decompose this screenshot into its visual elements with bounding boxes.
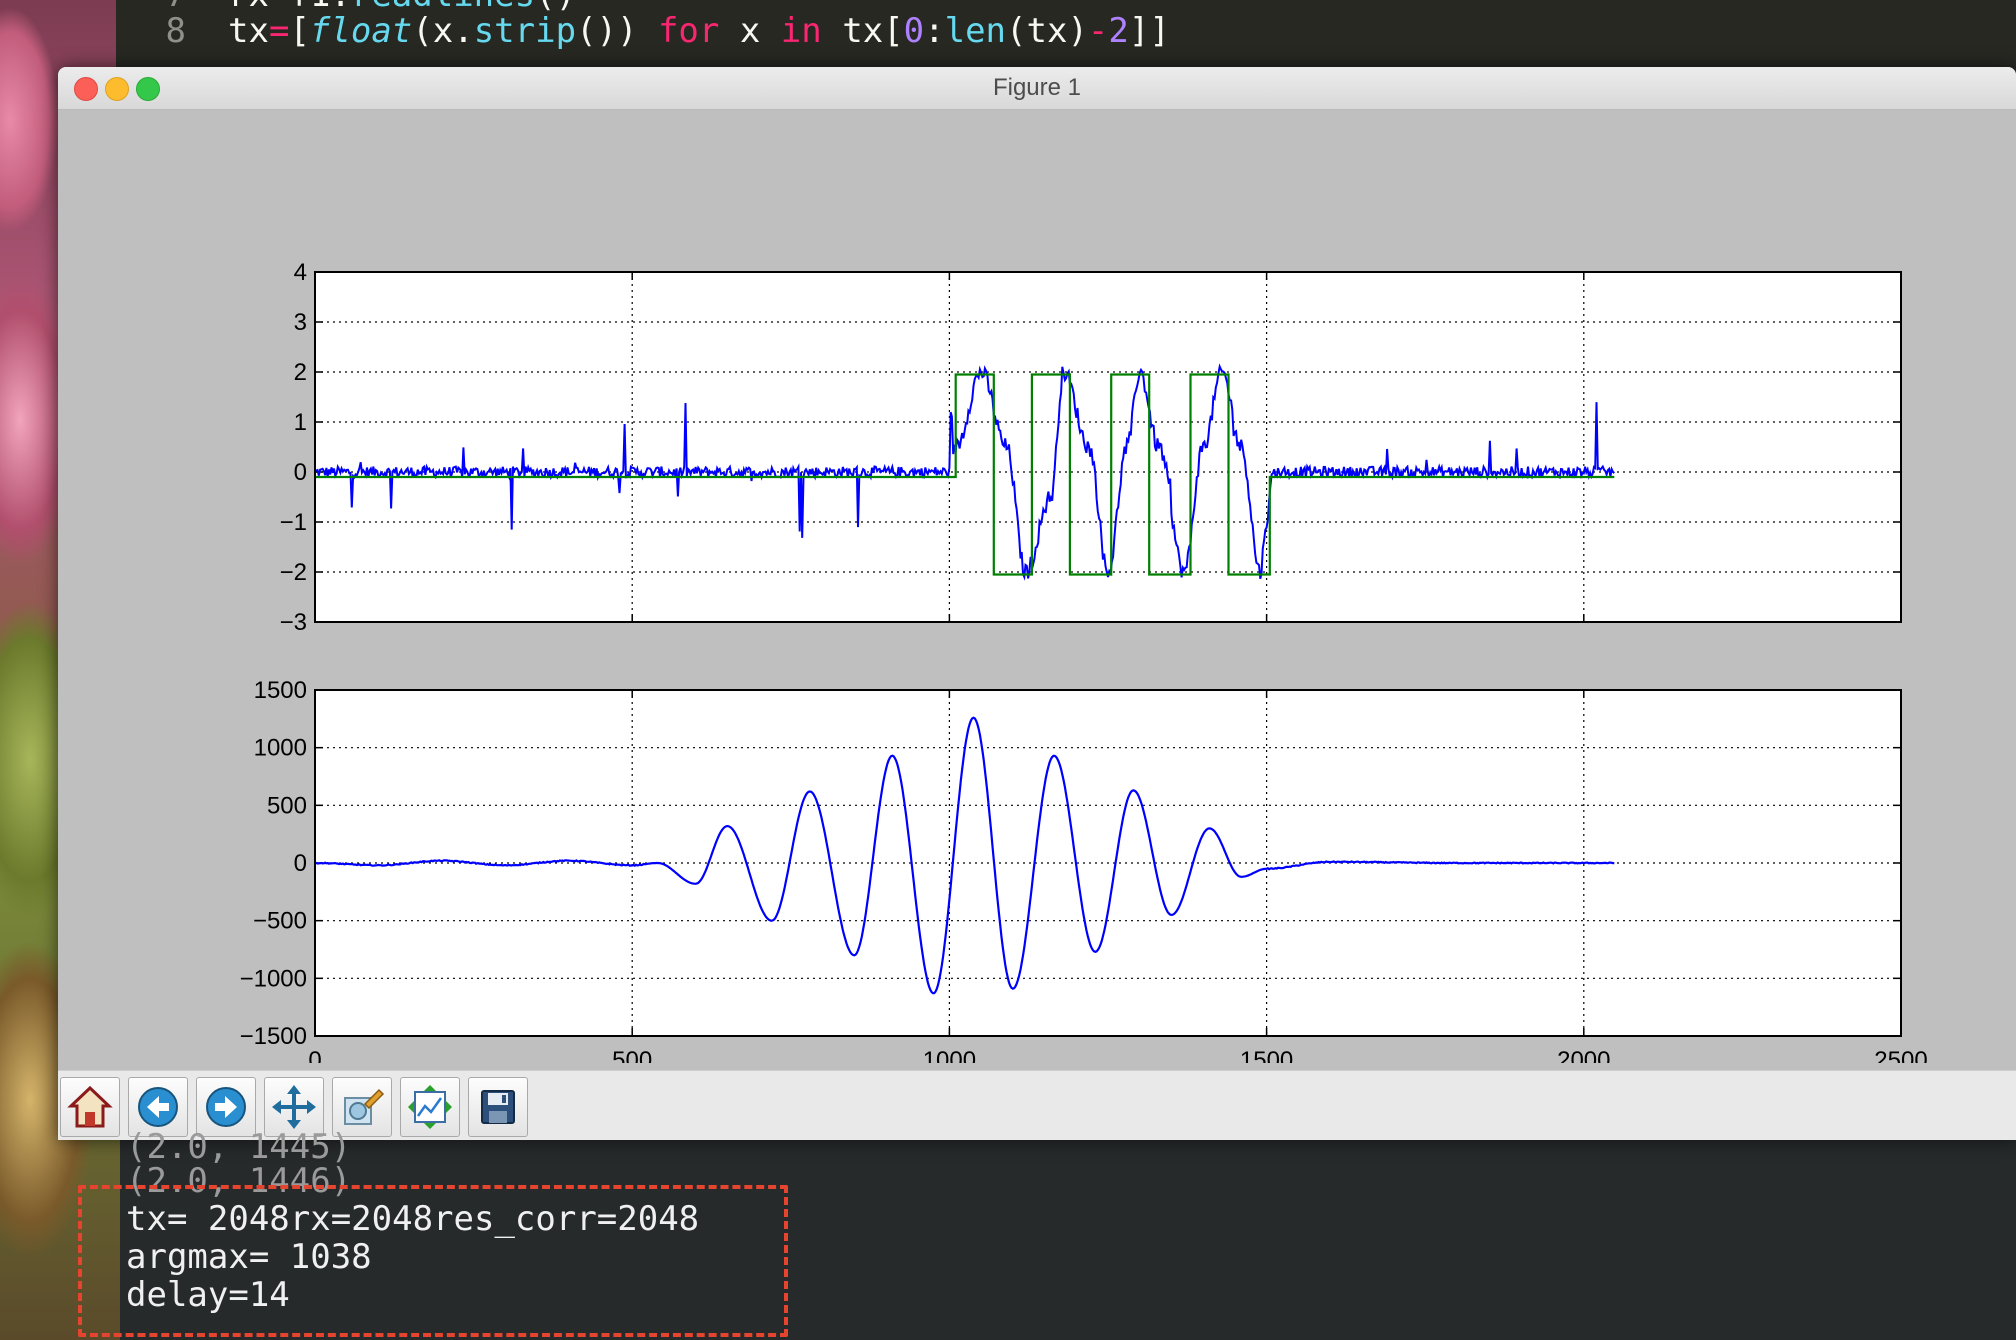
back-icon	[138, 1087, 178, 1127]
code-line-8: 8 tx=[float(x.strip()) for x in tx[0:len(…	[116, 12, 1170, 50]
y-tick-label: 3	[294, 309, 307, 336]
home-icon	[67, 1085, 113, 1128]
forward-icon	[206, 1087, 246, 1127]
figure-canvas[interactable]: 4 3 2 1 0 −1 −2 −3 0 500 1000 1500 2000 2500 1500 1000…	[58, 110, 2016, 1074]
y-tick-label: 1500	[254, 677, 307, 704]
top-subplot-background	[315, 272, 1901, 622]
highlight-annotation-box	[78, 1185, 788, 1337]
y-tick-label: 500	[267, 792, 307, 819]
y-tick-label: −500	[253, 908, 307, 935]
y-tick-label: 1000	[254, 735, 307, 762]
y-tick-label: −1500	[240, 1023, 307, 1050]
subplots-icon	[408, 1085, 452, 1129]
y-tick-label: 1	[294, 409, 307, 436]
zoom-icon	[344, 1088, 385, 1125]
y-tick-label: 0	[294, 850, 307, 877]
y-tick-label: −1	[280, 509, 307, 536]
save-button[interactable]	[468, 1077, 528, 1137]
x-tick-label: 500	[612, 1047, 652, 1063]
x-tick-label: 2500	[1874, 1047, 1927, 1063]
figure-svg: 4 3 2 1 0 −1 −2 −3 0 500 1000 1500 2000 2500 1500 1000…	[240, 259, 1928, 1074]
y-tick-label: −3	[280, 609, 307, 636]
bottom-subplot: 0 500 1000 1500 2000 2500 1500 1000 500 0 −500 −100…	[240, 677, 1928, 1074]
code-text: tx=[float(x.strip()) for x in tx[0:len(t…	[228, 11, 1170, 51]
line-number: 8	[165, 11, 186, 51]
window-titlebar[interactable]: Figure 1	[58, 67, 2016, 110]
y-tick-label: −2	[280, 559, 307, 586]
figure-window: Figure 1 4 3 2 1 0 −1 −2 −3 0 500 1000 1500 2000 250…	[58, 67, 2016, 1140]
x-tick-label: 1500	[1240, 1047, 1293, 1063]
x-tick-label: 0	[308, 1047, 321, 1063]
y-tick-label: −1000	[240, 965, 307, 992]
x-tick-label: 2000	[1557, 1047, 1610, 1063]
window-title: Figure 1	[992, 74, 1082, 101]
subplots-button[interactable]	[400, 1077, 460, 1137]
code-editor: 7rx=f1.readlines() 8tx=[float(x.strip())…	[116, 0, 2016, 70]
y-tick-label: 0	[294, 459, 307, 486]
save-icon	[481, 1090, 515, 1124]
x-tick-label: 1000	[923, 1047, 976, 1063]
home-button[interactable]	[60, 1077, 120, 1137]
y-tick-label: 4	[294, 259, 307, 286]
pan-icon	[272, 1085, 316, 1129]
top-subplot: 4 3 2 1 0 −1 −2 −3	[280, 259, 1902, 636]
navigation-toolbar	[58, 1070, 2016, 1140]
y-tick-label: 2	[294, 359, 307, 386]
